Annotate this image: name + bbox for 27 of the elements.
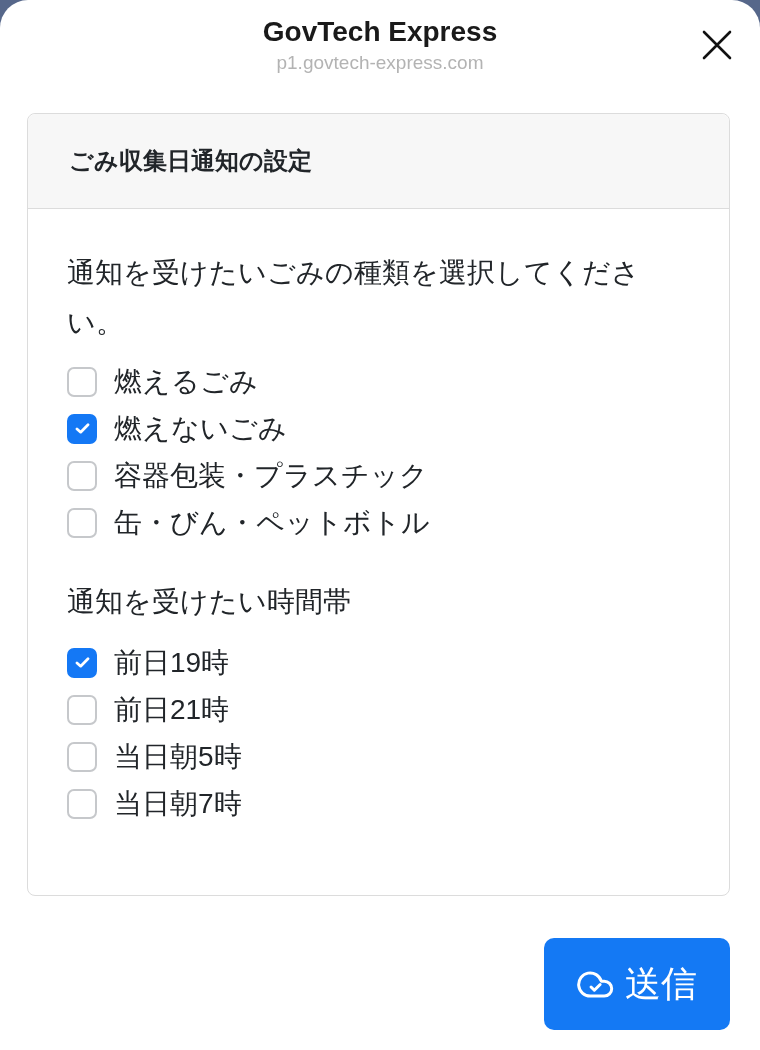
checkbox[interactable]: [67, 647, 97, 678]
option-label[interactable]: 当日朝5時: [114, 738, 242, 775]
option-label[interactable]: 容器包装・プラスチック: [114, 457, 428, 494]
check-icon: [74, 657, 90, 668]
option-label[interactable]: 缶・びん・ペットボトル: [114, 504, 430, 541]
checkbox[interactable]: [67, 366, 97, 397]
cloud-check-icon: [577, 970, 615, 998]
close-icon: [702, 30, 732, 60]
section-label: 通知を受けたいごみの種類を選択してください。: [67, 256, 641, 340]
checkbox[interactable]: [67, 788, 97, 819]
close-button[interactable]: [702, 30, 732, 60]
option-label[interactable]: 当日朝7時: [114, 785, 242, 822]
window-title: GovTech Express: [262, 15, 498, 49]
checkbox[interactable]: [67, 694, 97, 725]
option-label[interactable]: 燃えないごみ: [114, 410, 287, 447]
checkbox[interactable]: [67, 741, 97, 772]
option-label[interactable]: 前日21時: [114, 691, 230, 728]
submit-button[interactable]: 送信: [544, 938, 730, 1030]
card-title: ごみ収集日通知の設定: [69, 146, 312, 176]
checkbox[interactable]: [67, 413, 97, 444]
option-label[interactable]: 前日19時: [114, 644, 230, 681]
section-label: 通知を受けたい時間帯: [67, 585, 352, 619]
option-label[interactable]: 燃えるごみ: [114, 363, 258, 400]
check-icon: [74, 423, 90, 434]
checkbox[interactable]: [67, 507, 97, 538]
url-text: p1.govtech-express.com: [276, 51, 484, 75]
checkbox[interactable]: [67, 460, 97, 491]
